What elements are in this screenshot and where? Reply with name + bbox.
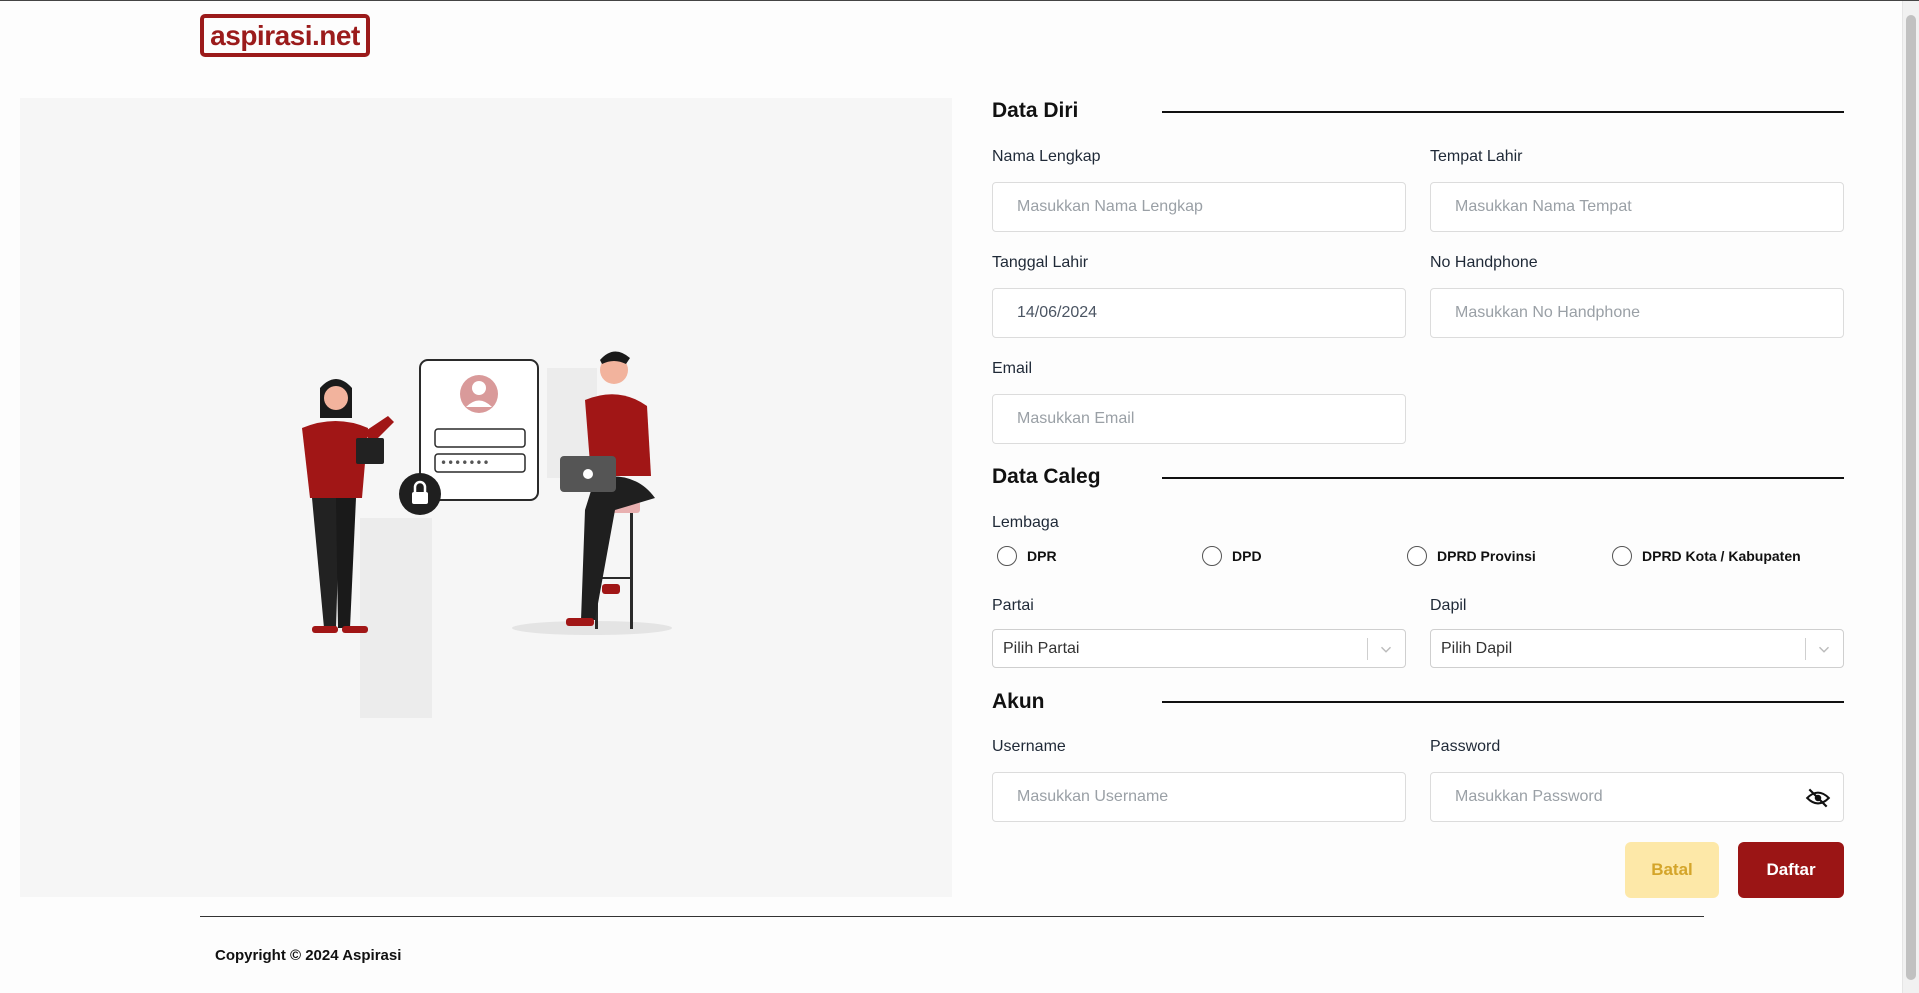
label-email: Email: [992, 360, 1033, 377]
partai-selected-value: Pilih Partai: [1003, 639, 1080, 657]
cancel-button[interactable]: Batal: [1625, 842, 1719, 898]
copyright-text: Copyright © 2024 Aspirasi: [215, 947, 402, 964]
label-lembaga: Lembaga: [992, 514, 1059, 531]
section-title-akun: Akun: [992, 690, 1045, 713]
radio-dprd-kota-kabupaten[interactable]: DPRD Kota / Kabupaten: [1612, 546, 1801, 566]
chevron-down-icon[interactable]: [1815, 640, 1833, 658]
lembaga-radio-group: DPR DPD DPRD Provinsi DPRD Kota / Kabupa…: [992, 546, 1844, 572]
chevron-down-icon[interactable]: [1377, 640, 1395, 658]
scrollbar-thumb[interactable]: [1906, 15, 1916, 980]
illustration-panel: •••••••: [20, 98, 952, 897]
radio-circle[interactable]: [1612, 546, 1632, 566]
no-handphone-input[interactable]: Masukkan No Handphone: [1430, 288, 1844, 338]
radio-label: DPD: [1232, 548, 1262, 564]
section-title-data-caleg: Data Caleg: [992, 465, 1101, 488]
page-scrollbar[interactable]: [1902, 1, 1919, 993]
label-dapil: Dapil: [1430, 597, 1467, 614]
label-tanggal-lahir: Tanggal Lahir: [992, 254, 1089, 271]
select-separator: [1367, 638, 1368, 660]
illustration-password-mask: •••••••: [440, 456, 490, 470]
section-title-data-diri: Data Diri: [992, 99, 1079, 122]
footer-divider: [200, 916, 1704, 917]
submit-button[interactable]: Daftar: [1738, 842, 1844, 898]
radio-dpd[interactable]: DPD: [1202, 546, 1262, 566]
radio-label: DPRD Kota / Kabupaten: [1642, 548, 1801, 564]
label-password: Password: [1430, 738, 1501, 755]
password-placeholder: Masukkan Password: [1455, 788, 1603, 805]
label-partai: Partai: [992, 597, 1034, 614]
radio-label: DPRD Provinsi: [1437, 548, 1536, 564]
label-username: Username: [992, 738, 1066, 755]
partai-select[interactable]: Pilih Partai: [992, 629, 1406, 668]
brand-logo[interactable]: aspirasi.net: [200, 14, 370, 57]
password-input[interactable]: Masukkan Password: [1430, 772, 1844, 822]
radio-label: DPR: [1027, 548, 1057, 564]
label-tempat-lahir: Tempat Lahir: [1430, 148, 1523, 165]
section-divider: [1162, 111, 1844, 113]
radio-circle[interactable]: [997, 546, 1017, 566]
select-separator: [1805, 638, 1806, 660]
radio-dprd-provinsi[interactable]: DPRD Provinsi: [1407, 546, 1536, 566]
radio-circle[interactable]: [1202, 546, 1222, 566]
section-divider: [1162, 477, 1844, 479]
tempat-lahir-input[interactable]: Masukkan Nama Tempat: [1430, 182, 1844, 232]
section-divider: [1162, 701, 1844, 703]
username-input[interactable]: Masukkan Username: [992, 772, 1406, 822]
radio-dpr[interactable]: DPR: [997, 546, 1057, 566]
dapil-selected-value: Pilih Dapil: [1441, 639, 1513, 657]
email-input[interactable]: Masukkan Email: [992, 394, 1406, 444]
tanggal-lahir-input[interactable]: 14/06/2024: [992, 288, 1406, 338]
radio-circle[interactable]: [1407, 546, 1427, 566]
label-no-handphone: No Handphone: [1430, 254, 1538, 271]
label-nama-lengkap: Nama Lengkap: [992, 148, 1101, 165]
dapil-select[interactable]: Pilih Dapil: [1430, 629, 1844, 668]
eye-off-icon[interactable]: [1805, 785, 1831, 811]
nama-lengkap-input[interactable]: Masukkan Nama Lengkap: [992, 182, 1406, 232]
login-illustration: •••••••: [302, 351, 672, 718]
